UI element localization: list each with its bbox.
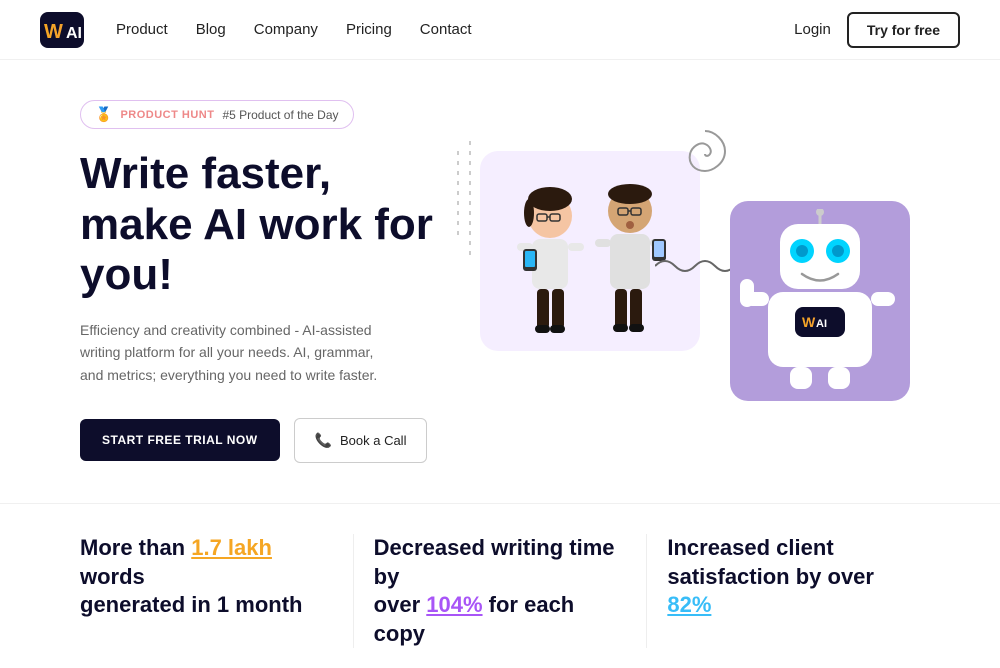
deco-spiral bbox=[680, 126, 730, 176]
hero-title-line3: you! bbox=[80, 250, 173, 299]
badge-text: #5 Product of the Day bbox=[222, 108, 338, 122]
stat-writing-time: Decreased writing time byover 104% for e… bbox=[374, 534, 627, 648]
hero-title-line2: make AI work for bbox=[80, 200, 433, 249]
stat-writing-highlight: 104% bbox=[426, 592, 482, 617]
hero-title: Write faster, make AI work for you! bbox=[80, 149, 433, 301]
svg-text:W: W bbox=[44, 21, 63, 43]
badge-label: PRODUCT HUNT bbox=[120, 109, 214, 121]
phone-icon: 📞 bbox=[315, 432, 332, 449]
stat-words-text: More than 1.7 lakh wordsgenerated in 1 m… bbox=[80, 534, 333, 620]
start-trial-button[interactable]: START FREE TRIAL NOW bbox=[80, 419, 280, 461]
navbar: W AI Product Blog Company Pricing Contac… bbox=[0, 0, 1000, 60]
svg-text:W: W bbox=[802, 314, 816, 330]
book-call-label: Book a Call bbox=[340, 433, 406, 448]
hero-title-line1: Write faster, bbox=[80, 149, 331, 198]
hero-subtitle: Efficiency and creativity combined - AI-… bbox=[80, 319, 400, 386]
stat-divider-2 bbox=[646, 534, 647, 648]
nav-links: Product Blog Company Pricing Contact bbox=[116, 21, 472, 38]
nav-product[interactable]: Product bbox=[116, 21, 168, 38]
stats-section: More than 1.7 lakh wordsgenerated in 1 m… bbox=[0, 503, 1000, 668]
logo[interactable]: W AI bbox=[40, 12, 84, 48]
nav-company[interactable]: Company bbox=[254, 21, 318, 38]
book-call-button[interactable]: 📞 Book a Call bbox=[294, 418, 428, 463]
nav-left: W AI Product Blog Company Pricing Contac… bbox=[40, 12, 472, 48]
nav-blog[interactable]: Blog bbox=[196, 21, 226, 38]
svg-text:AI: AI bbox=[816, 318, 827, 330]
login-button[interactable]: Login bbox=[794, 21, 831, 38]
stat-divider-1 bbox=[353, 534, 354, 648]
stat-words-highlight: 1.7 lakh bbox=[191, 535, 272, 560]
nav-right: Login Try for free bbox=[794, 12, 960, 48]
hero-illustration: W AI bbox=[440, 121, 920, 441]
product-hunt-badge: 🏅 PRODUCT HUNT #5 Product of the Day bbox=[80, 100, 354, 129]
product-hunt-icon: 🏅 bbox=[95, 106, 112, 123]
hero-buttons: START FREE TRIAL NOW 📞 Book a Call bbox=[80, 418, 433, 463]
robot-illustration: W AI bbox=[730, 201, 910, 401]
hero-section: 🏅 PRODUCT HUNT #5 Product of the Day Wri… bbox=[0, 60, 1000, 493]
nav-pricing[interactable]: Pricing bbox=[346, 21, 392, 38]
stat-writing-time-text: Decreased writing time byover 104% for e… bbox=[374, 534, 627, 648]
stat-words: More than 1.7 lakh wordsgenerated in 1 m… bbox=[80, 534, 333, 620]
try-free-button[interactable]: Try for free bbox=[847, 12, 960, 48]
nav-contact[interactable]: Contact bbox=[420, 21, 472, 38]
stat-satisfaction-highlight: 82% bbox=[667, 592, 711, 617]
stat-satisfaction: Increased clientsatisfaction by over 82% bbox=[667, 534, 920, 620]
stat-satisfaction-text: Increased clientsatisfaction by over 82% bbox=[667, 534, 920, 620]
hero-content: 🏅 PRODUCT HUNT #5 Product of the Day Wri… bbox=[80, 100, 433, 463]
svg-text:AI: AI bbox=[66, 25, 82, 42]
